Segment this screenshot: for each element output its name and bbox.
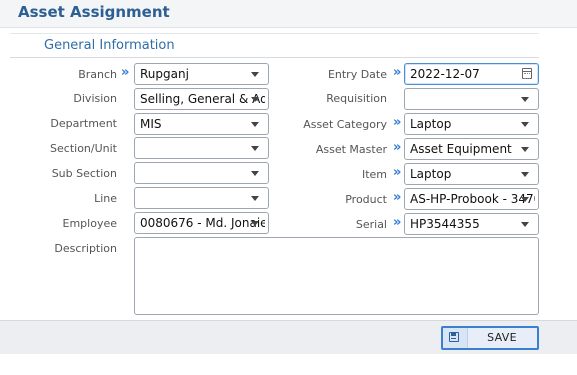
branch-required-icon: » bbox=[121, 65, 130, 80]
caret-down-icon bbox=[251, 171, 259, 176]
section-title: General Information bbox=[44, 38, 175, 53]
serial-value: HP3544355 bbox=[410, 217, 480, 231]
section-divider bbox=[10, 57, 539, 58]
caret-down-icon bbox=[521, 172, 529, 177]
department-label: Department bbox=[50, 117, 117, 130]
entry-date-label: Entry Date bbox=[327, 68, 387, 81]
asset-master-value: Asset Equipment bbox=[410, 142, 512, 156]
requisition-label: Requisition bbox=[326, 92, 387, 105]
division-value: Selling, General & Adm bbox=[140, 92, 265, 106]
calendar-icon[interactable] bbox=[522, 68, 532, 79]
asset-category-label: Asset Category bbox=[303, 118, 387, 131]
floppy-disk-icon bbox=[449, 332, 459, 342]
asset-master-label: Asset Master bbox=[315, 143, 387, 156]
branch-value: Rupganj bbox=[140, 67, 189, 81]
line-label: Line bbox=[94, 192, 117, 205]
caret-down-icon bbox=[521, 122, 529, 127]
save-button-label: SAVE bbox=[487, 331, 517, 344]
item-select[interactable]: Laptop bbox=[404, 163, 539, 185]
caret-down-icon bbox=[251, 122, 259, 127]
caret-down-icon bbox=[251, 196, 259, 201]
item-label: Item bbox=[361, 168, 387, 181]
department-select[interactable]: MIS bbox=[134, 113, 269, 135]
branch-select[interactable]: Rupganj bbox=[134, 63, 269, 85]
employee-label: Employee bbox=[62, 217, 117, 230]
department-value: MIS bbox=[140, 117, 162, 131]
item-value: Laptop bbox=[410, 167, 452, 181]
requisition-select[interactable] bbox=[404, 88, 539, 110]
entry-date-field[interactable]: 2022-12-07 bbox=[404, 63, 539, 85]
caret-down-icon bbox=[251, 146, 259, 151]
entry-date-value: 2022-12-07 bbox=[410, 67, 480, 81]
save-button[interactable]: SAVE bbox=[441, 326, 539, 350]
caret-down-icon bbox=[521, 97, 529, 102]
sub-section-label: Sub Section bbox=[51, 167, 117, 180]
caret-down-icon bbox=[251, 97, 259, 102]
asset-category-value: Laptop bbox=[410, 117, 452, 131]
save-icon-container bbox=[443, 328, 468, 348]
division-label: Division bbox=[73, 92, 117, 105]
caret-down-icon bbox=[251, 221, 259, 226]
asset-category-select[interactable]: Laptop bbox=[404, 113, 539, 135]
product-select[interactable]: AS-HP-Probook - 3470 bbox=[404, 188, 539, 210]
section-unit-label: Section/Unit bbox=[50, 142, 117, 155]
product-value: AS-HP-Probook - 3470 bbox=[410, 192, 535, 206]
page-title: Asset Assignment bbox=[18, 3, 170, 21]
footer-toolbar: SAVE bbox=[0, 320, 577, 354]
description-label: Description bbox=[54, 242, 117, 255]
line-select[interactable] bbox=[134, 187, 269, 209]
section-divider-top bbox=[10, 33, 539, 34]
caret-down-icon bbox=[521, 222, 529, 227]
description-textarea[interactable] bbox=[134, 237, 539, 315]
employee-value: 0080676 - Md. Jonaie bbox=[140, 216, 265, 230]
title-bar: Asset Assignment bbox=[0, 0, 577, 28]
product-label: Product bbox=[345, 193, 387, 206]
serial-select[interactable]: HP3544355 bbox=[404, 213, 539, 235]
caret-down-icon bbox=[521, 197, 529, 202]
branch-label: Branch bbox=[78, 68, 117, 81]
employee-select[interactable]: 0080676 - Md. Jonaie bbox=[134, 212, 269, 234]
serial-label: Serial bbox=[355, 218, 387, 231]
caret-down-icon bbox=[521, 147, 529, 152]
asset-master-select[interactable]: Asset Equipment bbox=[404, 138, 539, 160]
section-unit-select[interactable] bbox=[134, 137, 269, 159]
division-select[interactable]: Selling, General & Adm bbox=[134, 88, 269, 110]
sub-section-select[interactable] bbox=[134, 162, 269, 184]
caret-down-icon bbox=[251, 72, 259, 77]
